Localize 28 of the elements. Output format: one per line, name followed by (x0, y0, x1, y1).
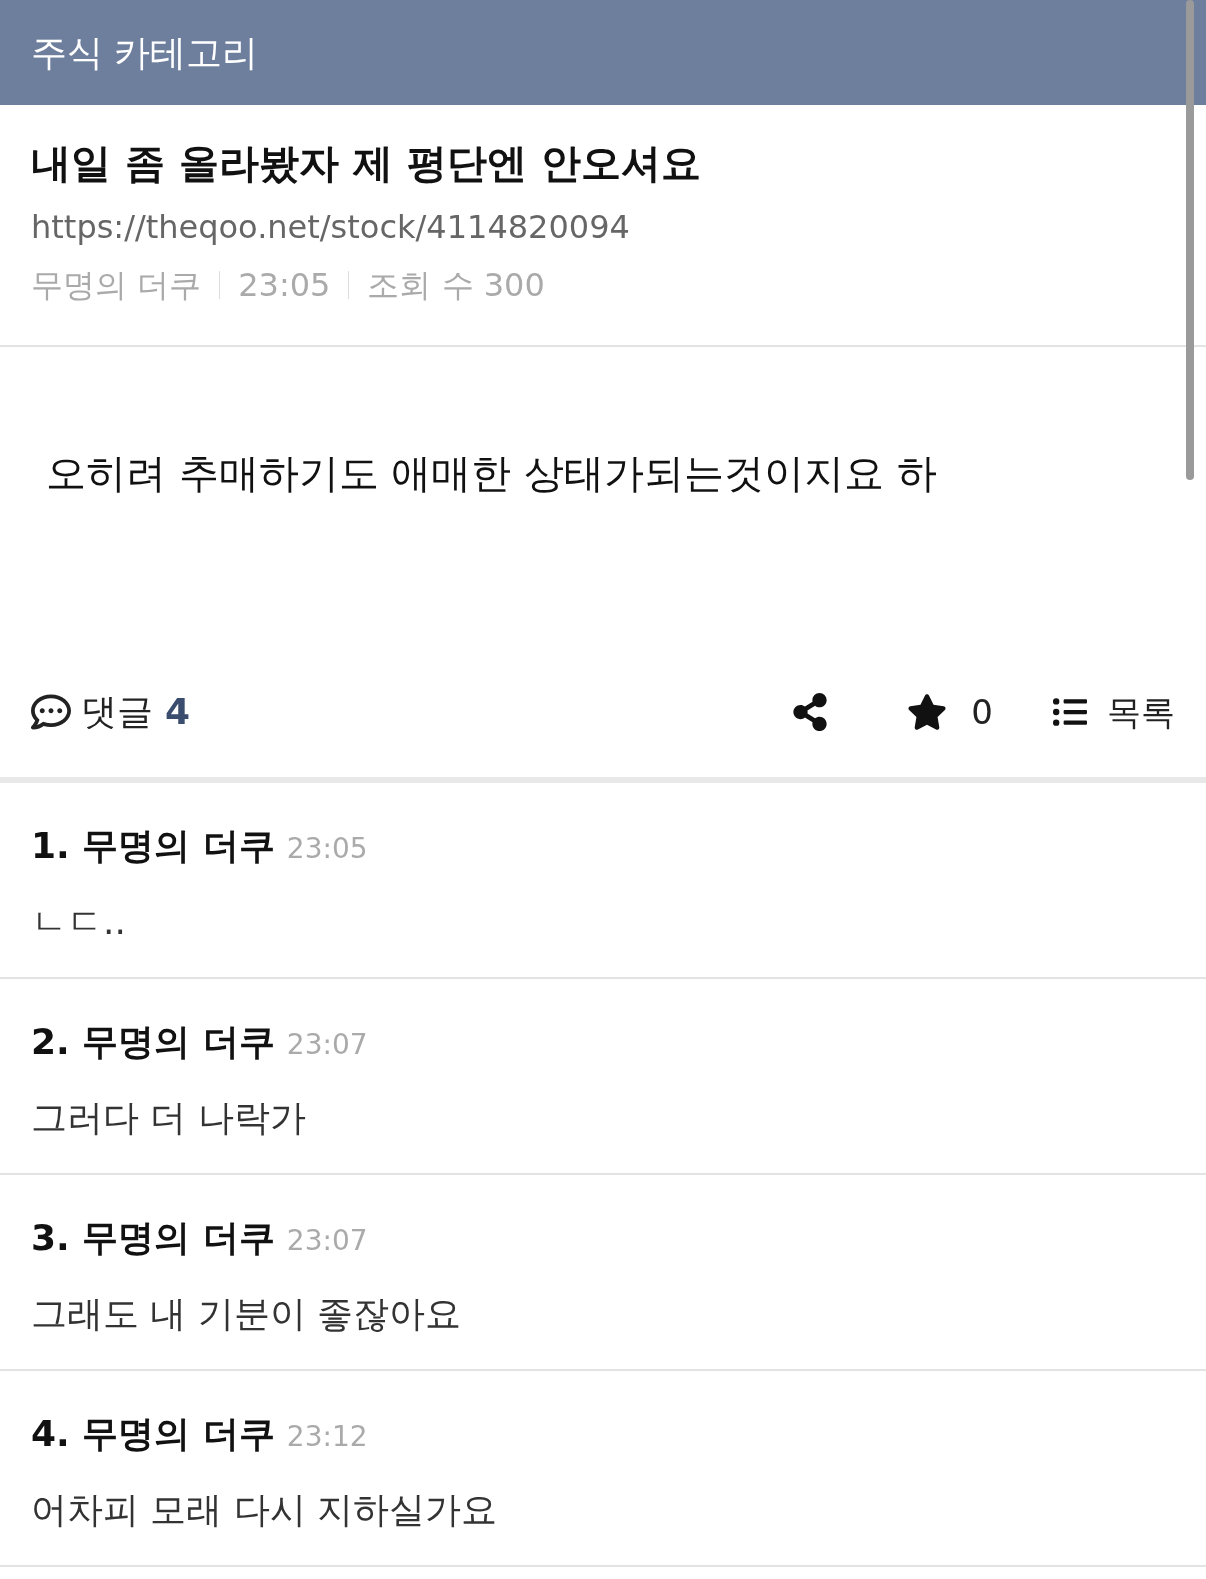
list-button[interactable]: 목록 (1051, 686, 1175, 738)
comments-count: 4 (165, 690, 191, 734)
comment-time: 23:07 (286, 1223, 368, 1259)
share-button[interactable] (793, 693, 828, 731)
comment-author: 3. 무명의 더쿠 (31, 1216, 275, 1260)
comment-author: 2. 무명의 더쿠 (31, 1020, 275, 1064)
comment-text: 그래도 내 기분이 좋잖아요 (31, 1292, 463, 1336)
post-body: 오히려 추매하기도 애매한 상태가되는것이지요 하 (46, 449, 938, 498)
comment-text: ㄴㄷ.. (31, 900, 127, 944)
share-icon (793, 693, 828, 731)
comment-time: 23:07 (286, 1027, 368, 1063)
category-title: 주식 카테고리 (31, 30, 259, 75)
post-meta: 무명의 더쿠 (31, 265, 202, 306)
comment-author: 4. 무명의 더쿠 (31, 1412, 275, 1456)
post-meta: 23:05 (238, 265, 331, 306)
post-url: https://theqoo.net/stock/4114820094 (31, 207, 631, 248)
comment-text: 어차피 모래 다시 지하실가요 (31, 1488, 499, 1532)
star-button[interactable]: 0 (907, 686, 993, 738)
comment-time: 23:05 (286, 831, 368, 867)
comment-time: 23:12 (286, 1419, 368, 1455)
star-icon (907, 692, 948, 732)
comments-label: 댓글 (81, 690, 153, 734)
comment-text: 그러다 더 나락가 (31, 1096, 307, 1140)
post-title: 내일 좀 올라봤자 제 평단엔 안오셔요 (31, 139, 702, 188)
list-icon (1051, 695, 1089, 729)
post-meta: 조회 수 300 (367, 265, 545, 306)
comment-author: 1. 무명의 더쿠 (31, 824, 275, 868)
comment-icon (31, 692, 71, 732)
